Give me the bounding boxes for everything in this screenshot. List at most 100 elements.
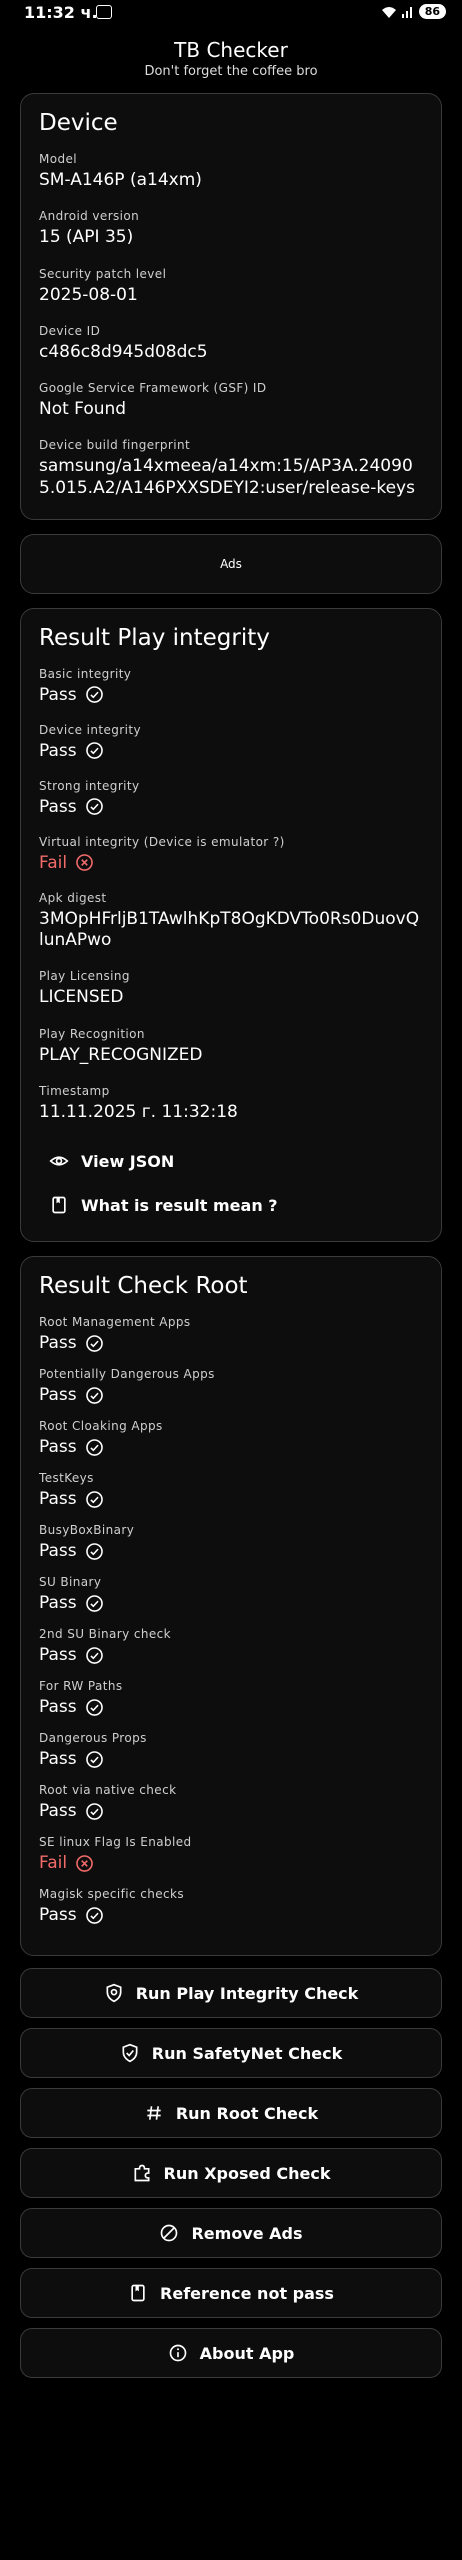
status-bar: 11:32 ч. 86 [0, 0, 462, 30]
shield-check-icon [122, 2043, 138, 2063]
check-status: Pass [39, 1801, 423, 1821]
check-label: Magisk specific checks [39, 1887, 185, 1901]
what-result-mean-button[interactable]: What is result mean ? [39, 1185, 423, 1225]
check-circle-icon [85, 686, 103, 704]
info-icon [169, 2344, 186, 2362]
root-check-card: Result Check Root Root Management Apps Pa… [20, 1256, 442, 1956]
check-label: Potentially Dangerous Apps [39, 1367, 215, 1381]
check-item: Basic integrity Pass [39, 667, 423, 705]
about-app-button[interactable]: About App [20, 2328, 442, 2378]
status-text: Pass [39, 1697, 77, 1717]
field-value: SM-A146P (a14xm) [39, 170, 202, 190]
field-value: 15 (API 35) [39, 227, 134, 248]
check-status: Pass [39, 1645, 423, 1665]
status-text: Pass [39, 684, 77, 705]
view-json-button[interactable]: View JSON [39, 1141, 423, 1181]
status-right: 86 [381, 4, 446, 19]
check-circle-icon [85, 1334, 103, 1352]
check-status: Pass [39, 797, 423, 817]
check-label: Root Cloaking Apps [39, 1419, 163, 1433]
check-item: Potentially Dangerous Apps Pass [39, 1367, 423, 1405]
check-item: Root Cloaking Apps Pass [39, 1419, 423, 1457]
notification-icon [96, 5, 112, 19]
status-text: Fail [39, 1853, 68, 1873]
device-card: Device Model SM-A146P (a14xm) Android ve… [20, 93, 442, 520]
field-device-id: Device ID c486c8d945d08dc5 [39, 324, 423, 363]
check-circle-icon [85, 1646, 103, 1664]
check-status: Pass [39, 1905, 423, 1925]
status-time: 11:32 ч. [24, 3, 98, 22]
check-circle-icon [85, 798, 103, 816]
run-safetynet-button[interactable]: Run SafetyNet Check [20, 2028, 442, 2078]
check-status: Pass [39, 1333, 423, 1353]
field-label: Model [39, 152, 78, 166]
status-text: Pass [39, 1801, 77, 1821]
detail-value: 11.11.2025 г. 11:32:18 [39, 1101, 238, 1122]
check-status: Pass [39, 1749, 423, 1769]
book-icon [131, 2284, 145, 2302]
status-text: Fail [39, 852, 68, 873]
check-circle-icon [85, 1438, 103, 1456]
check-label: Dangerous Props [39, 1731, 147, 1745]
check-circle-icon [85, 1490, 103, 1508]
book-icon [52, 1196, 66, 1214]
battery-badge: 86 [418, 4, 446, 19]
remove-ads-button[interactable]: Remove Ads [20, 2208, 442, 2258]
what-result-mean-label: What is result mean ? [81, 1195, 278, 1215]
field-gsf-id: Google Service Framework (GSF) ID Not Fo… [39, 381, 423, 420]
ads-banner[interactable]: Ads [20, 533, 442, 594]
status-text: Pass [39, 1749, 77, 1769]
check-item: Dangerous Props Pass [39, 1731, 423, 1769]
field-value: c486c8d945d08dc5 [39, 341, 208, 362]
hash-icon [147, 2106, 161, 2120]
check-label: Virtual integrity (Device is emulator ?) [39, 834, 285, 849]
check-label: For RW Paths [39, 1679, 123, 1693]
status-text: Pass [39, 1437, 77, 1457]
check-circle-icon [85, 1594, 103, 1612]
ads-label: Ads [220, 556, 242, 571]
run-xposed-button[interactable]: Run Xposed Check [20, 2148, 442, 2198]
status-text: Pass [39, 1645, 77, 1665]
check-label: SE linux Flag Is Enabled [39, 1835, 192, 1849]
check-label: Basic integrity [39, 666, 132, 681]
detail-label: Apk digest [39, 890, 107, 905]
check-status: Pass [39, 1541, 423, 1561]
about-app-label: About App [199, 2343, 295, 2363]
field-label: Android version [39, 209, 140, 224]
cross-circle-icon [76, 1854, 93, 1872]
reference-not-pass-button[interactable]: Reference not pass [20, 2268, 442, 2318]
check-status: Fail [39, 1853, 423, 1873]
field-value: samsung/a14xmeea/a14xm:15/AP3A.240905.01… [39, 456, 415, 498]
device-card-title: Device [39, 110, 118, 136]
detail-item: Apk digest 3MOpHFrljB1TAwlhKpT8OgKDVTo0Rs… [39, 891, 423, 952]
check-item: Root Management Apps Pass [39, 1315, 423, 1353]
play-integrity-card: Result Play integrity Basic integrity Pas… [20, 607, 442, 1242]
detail-item: Timestamp 11.11.2025 г. 11:32:18 [39, 1084, 423, 1123]
cross-circle-icon [76, 854, 93, 872]
check-status: Pass [39, 1593, 423, 1613]
run-root-label: Run Root Check [175, 2103, 319, 2123]
detail-label: Timestamp [39, 1083, 110, 1098]
check-status: Pass [39, 1489, 423, 1509]
check-item: SU Binary Pass [39, 1575, 423, 1613]
check-label: Strong integrity [39, 778, 140, 793]
app-subtitle: Don't forget the coffee bro [144, 64, 318, 79]
check-circle-icon [85, 1386, 103, 1404]
check-circle-icon [85, 1698, 103, 1716]
check-status: Pass [39, 685, 423, 705]
run-root-button[interactable]: Run Root Check [20, 2088, 442, 2138]
check-status: Pass [39, 1385, 423, 1405]
wifi-icon [381, 6, 396, 18]
detail-value: LICENSED [39, 987, 124, 1008]
shield-icon [106, 1983, 122, 2003]
app-title: TB Checker [174, 38, 288, 62]
view-json-label: View JSON [81, 1151, 175, 1171]
detail-label: Play Licensing [39, 969, 130, 984]
check-item: TestKeys Pass [39, 1471, 423, 1509]
play-integrity-title: Result Play integrity [39, 624, 270, 651]
check-item: Strong integrity Pass [39, 779, 423, 817]
run-play-integrity-button[interactable]: Run Play Integrity Check [20, 1968, 442, 2018]
field-build-fingerprint: Device build fingerprint samsung/a14xmee… [39, 438, 423, 499]
field-android-version: Android version 15 (API 35) [39, 209, 423, 248]
check-label: TestKeys [39, 1471, 94, 1485]
